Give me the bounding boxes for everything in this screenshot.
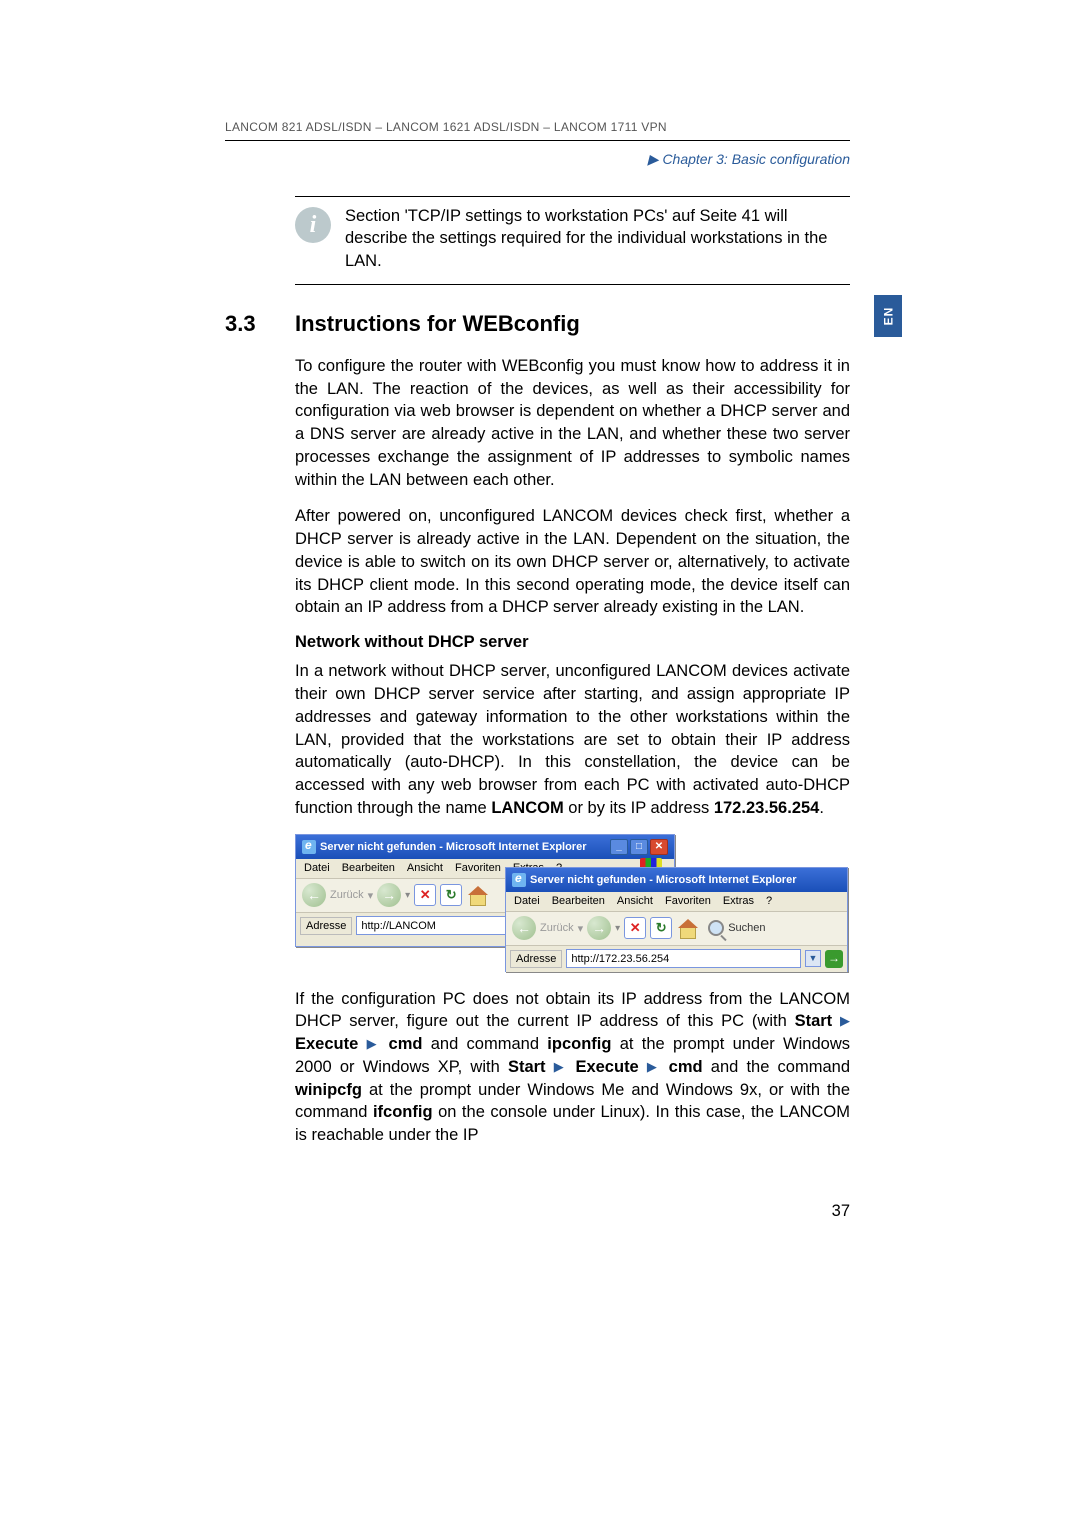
search-icon — [708, 920, 724, 936]
triangle-icon: ▶ — [554, 1059, 568, 1074]
chapter-label: ▶Chapter 3: Basic configuration — [225, 151, 850, 168]
search-button[interactable]: Suchen — [708, 920, 765, 936]
close-button[interactable]: ✕ — [650, 839, 668, 855]
menu-favoriten[interactable]: Favoriten — [455, 862, 501, 874]
back-button[interactable]: ← Zurück ▾ — [512, 916, 583, 940]
home-icon[interactable] — [466, 884, 488, 906]
body-content: To configure the router with WEBconfig y… — [295, 355, 850, 1147]
titlebar: Server nicht gefunden - Microsoft Intern… — [506, 868, 847, 892]
paragraph: After powered on, unconfigured LANCOM de… — [295, 505, 850, 619]
language-tab-label: EN — [881, 307, 895, 326]
info-note-text: Section 'TCP/IP settings to workstation … — [345, 205, 850, 272]
triangle-icon: ▶ — [647, 1059, 661, 1074]
stop-button[interactable]: ✕ — [624, 917, 646, 939]
menu-favoriten[interactable]: Favoriten — [665, 895, 711, 907]
section-number: 3.3 — [225, 311, 295, 337]
document-page: LANCOM 821 ADSL/ISDN – LANCOM 1621 ADSL/… — [225, 120, 850, 1161]
home-icon[interactable] — [676, 917, 698, 939]
triangle-icon: ▶ — [367, 1036, 381, 1051]
browser-screenshot: Server nicht gefunden - Microsoft Intern… — [295, 834, 850, 974]
triangle-icon: ▶ — [648, 151, 659, 167]
ie-window-2: Server nicht gefunden - Microsoft Intern… — [505, 867, 848, 972]
menu-bar: Datei Bearbeiten Ansicht Favoriten Extra… — [506, 892, 847, 912]
menu-bearbeiten[interactable]: Bearbeiten — [552, 895, 605, 907]
menu-ansicht[interactable]: Ansicht — [617, 895, 653, 907]
triangle-icon: ▶ — [840, 1013, 850, 1028]
stop-button[interactable]: ✕ — [414, 884, 436, 906]
section-heading: 3.3 Instructions for WEBconfig — [225, 311, 850, 337]
paragraph: In a network without DHCP server, unconf… — [295, 660, 850, 819]
ie-icon — [302, 840, 316, 854]
section-title: Instructions for WEBconfig — [295, 311, 580, 337]
info-icon: i — [295, 207, 331, 243]
language-tab: EN — [874, 295, 902, 337]
refresh-button[interactable]: ↻ — [650, 917, 672, 939]
ie-icon — [512, 873, 526, 887]
minimize-button[interactable]: _ — [610, 839, 628, 855]
titlebar: Server nicht gefunden - Microsoft Intern… — [296, 835, 674, 859]
back-arrow-icon: ← — [302, 883, 326, 907]
go-button[interactable]: → — [825, 950, 843, 968]
menu-extras[interactable]: Extras — [723, 895, 754, 907]
back-button[interactable]: ← Zurück ▾ — [302, 883, 373, 907]
menu-datei[interactable]: Datei — [514, 895, 540, 907]
chapter-text: Chapter 3: Basic configuration — [662, 151, 850, 167]
maximize-button[interactable]: □ — [630, 839, 648, 855]
address-input[interactable]: http://172.23.56.254 — [566, 949, 801, 968]
menu-ansicht[interactable]: Ansicht — [407, 862, 443, 874]
toolbar: ← Zurück ▾ → ▾ ✕ ↻ Suchen — [506, 912, 847, 946]
subheading: Network without DHCP server — [295, 633, 850, 652]
info-note-box: i Section 'TCP/IP settings to workstatio… — [295, 196, 850, 285]
address-label: Adresse — [300, 917, 352, 935]
menu-help[interactable]: ? — [766, 895, 772, 907]
window-title: Server nicht gefunden - Microsoft Intern… — [530, 874, 797, 886]
back-arrow-icon: ← — [512, 916, 536, 940]
forward-button[interactable]: → — [377, 883, 401, 907]
refresh-button[interactable]: ↻ — [440, 884, 462, 906]
window-title: Server nicht gefunden - Microsoft Intern… — [320, 841, 587, 853]
paragraph: To configure the router with WEBconfig y… — [295, 355, 850, 492]
forward-button[interactable]: → — [587, 916, 611, 940]
menu-bearbeiten[interactable]: Bearbeiten — [342, 862, 395, 874]
menu-datei[interactable]: Datei — [304, 862, 330, 874]
page-number: 37 — [832, 1202, 850, 1221]
address-bar: Adresse http://172.23.56.254 ▼ → — [506, 946, 847, 972]
dropdown-icon[interactable]: ▼ — [805, 950, 821, 967]
address-label: Adresse — [510, 950, 562, 968]
running-header: LANCOM 821 ADSL/ISDN – LANCOM 1621 ADSL/… — [225, 120, 850, 141]
paragraph: If the configuration PC does not obtain … — [295, 988, 850, 1147]
